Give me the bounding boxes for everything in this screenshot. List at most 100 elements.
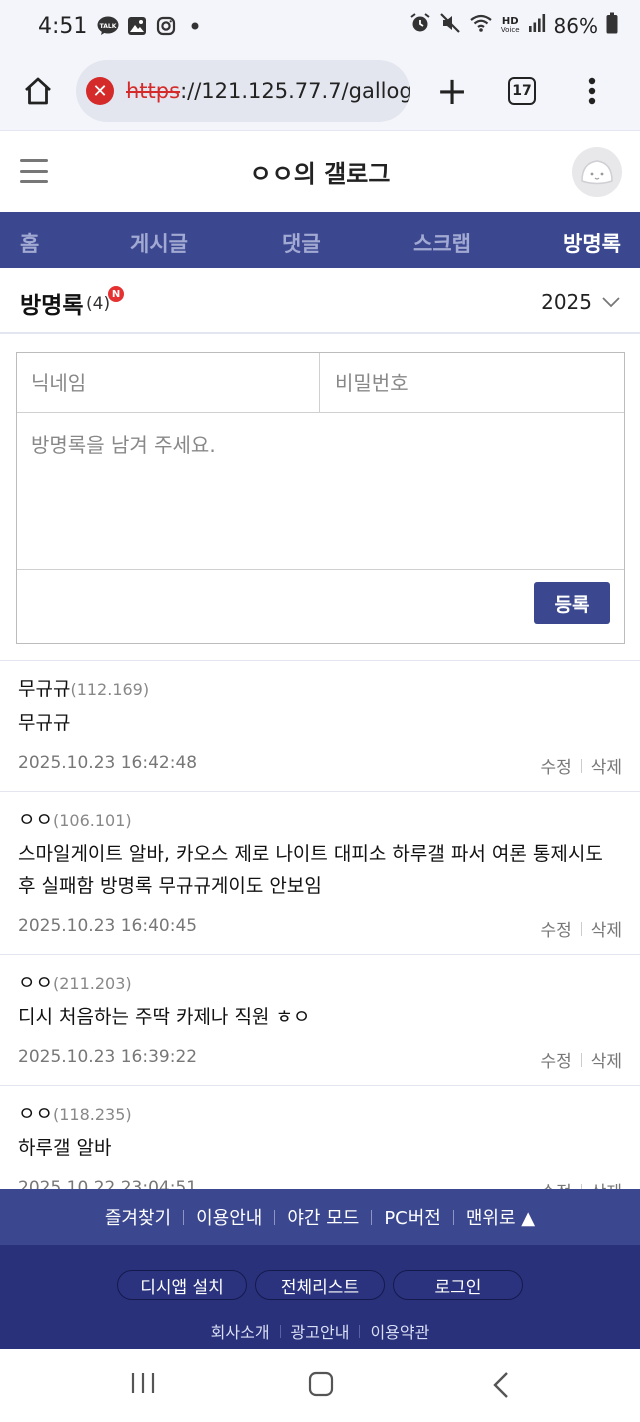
entry-meta: 2025.10.23 16:39:22 수정 삭제 — [18, 1041, 622, 1085]
ads-link[interactable]: 광고안내 — [291, 1319, 350, 1343]
url-text[interactable]: https://121.125.77.7/gallog/gu — [126, 79, 410, 103]
gallery-icon — [126, 15, 148, 37]
battery-percent: 86% — [553, 14, 598, 38]
entry-author[interactable]: 무규규 — [18, 678, 70, 700]
entry-content: 무규규 — [18, 712, 71, 734]
password-field[interactable] — [321, 353, 624, 412]
full-list-button[interactable]: 전체리스트 — [255, 1270, 385, 1300]
gallog-nav-tabs: 홈 게시글 댓글 스크랩 방명록 — [0, 212, 640, 268]
entry-date: 2025.10.23 16:39:22 — [18, 1047, 198, 1067]
install-app-button[interactable]: 디시앱 설치 — [117, 1270, 247, 1300]
entry-author[interactable]: ㅇㅇ — [18, 809, 53, 831]
talk-icon: TALK — [97, 15, 119, 37]
year-select[interactable]: 2025 — [541, 290, 620, 314]
mute-icon — [439, 12, 461, 40]
terms-link[interactable]: 이용약관 — [370, 1319, 429, 1343]
battery-icon — [606, 12, 618, 40]
recents-button[interactable] — [130, 1371, 156, 1395]
instagram-icon — [155, 15, 177, 37]
hd-label: HD — [501, 16, 519, 27]
edit-link[interactable]: 수정 — [540, 916, 571, 941]
year-value: 2025 — [541, 290, 592, 314]
delete-link[interactable]: 삭제 — [591, 916, 622, 941]
browser-menu-button[interactable] — [562, 52, 622, 130]
entry-actions: 수정 삭제 — [540, 753, 622, 778]
address-bar[interactable]: ✕ https://121.125.77.7/gallog/gu — [76, 60, 410, 122]
entry-author[interactable]: ㅇㅇ — [18, 1103, 53, 1125]
url-rest: ://121.125.77.7/gallog/gu — [180, 79, 410, 103]
delete-link[interactable]: 삭제 — [591, 1047, 622, 1072]
tab-home[interactable]: 홈 — [20, 228, 39, 258]
tab-posts[interactable]: 게시글 — [130, 228, 188, 258]
guestbook-count: (4) — [86, 294, 111, 314]
new-badge: N — [108, 286, 124, 302]
guide-link[interactable]: 이용안내 — [196, 1204, 262, 1230]
voice-label: Voice — [500, 26, 520, 34]
submit-button[interactable]: 등록 — [534, 582, 610, 624]
entry-author-line: ㅇㅇ(118.235) — [18, 1100, 622, 1128]
home-system-button[interactable] — [308, 1371, 334, 1397]
guestbook-message-textarea[interactable] — [17, 413, 624, 570]
entry-actions: 수정 삭제 — [540, 916, 622, 941]
list-item: ㅇㅇ(211.203) 디시 처음하는 주딱 카제나 직원 ㅎㅇ 2025.10… — [0, 954, 640, 1085]
tab-switcher-button[interactable]: 17 — [482, 52, 562, 130]
more-vert-icon — [588, 77, 596, 105]
entry-actions: 수정 삭제 — [540, 1047, 622, 1072]
insecure-warning-icon[interactable]: ✕ — [86, 77, 114, 105]
list-item: 무규규(112.169) 무규규 2025.10.23 16:42:48 수정 삭… — [0, 660, 640, 791]
url-protocol: https — [126, 79, 181, 103]
avatar[interactable] — [572, 147, 622, 197]
edit-link[interactable]: 수정 — [540, 1047, 571, 1072]
tab-comments[interactable]: 댓글 — [282, 228, 321, 258]
hamburger-menu-icon[interactable] — [20, 159, 48, 183]
scroll-top-link[interactable]: 맨위로 ▲ — [466, 1204, 535, 1230]
guestbook-form: 등록 — [16, 352, 625, 644]
entry-author-line: 무규규(112.169) — [18, 675, 622, 703]
home-square-icon — [308, 1371, 334, 1397]
list-item: ㅇㅇ(106.101) 스마일게이트 알바, 카오스 제로 나이트 대피소 하루… — [0, 791, 640, 954]
guestbook-section-header: 방명록 (4) N 2025 — [0, 268, 640, 334]
entry-content: 스마일게이트 알바, 카오스 제로 나이트 대피소 하루갤 파서 여론 통제시도… — [18, 843, 603, 897]
tab-scrap[interactable]: 스크랩 — [413, 228, 471, 258]
recents-icon — [131, 1373, 155, 1393]
footer-company-links: 회사소개 광고안내 이용약관 — [0, 1319, 640, 1343]
pc-version-link[interactable]: PC버전 — [384, 1204, 441, 1230]
footer-links-bar: 즐겨찾기 이용안내 야간 모드 PC버전 맨위로 ▲ — [0, 1189, 640, 1245]
status-time: 4:51 — [38, 13, 88, 39]
entry-date: 2025.10.23 16:40:45 — [18, 916, 198, 936]
chevron-down-icon — [602, 297, 620, 308]
home-button[interactable] — [0, 52, 76, 130]
delete-link[interactable]: 삭제 — [591, 753, 622, 778]
entry-ip: (211.203) — [52, 974, 132, 993]
entry-content: 하루갤 알바 — [18, 1137, 112, 1159]
tab-count: 17 — [508, 77, 536, 105]
night-mode-link[interactable]: 야간 모드 — [287, 1204, 359, 1230]
nickname-field[interactable] — [17, 353, 320, 412]
entry-date: 2025.10.23 16:42:48 — [18, 753, 198, 773]
plus-icon: + — [436, 69, 468, 113]
company-link[interactable]: 회사소개 — [211, 1319, 270, 1343]
svg-text:TALK: TALK — [100, 23, 117, 30]
alarm-icon — [409, 12, 431, 40]
system-nav-bar — [0, 1349, 640, 1422]
site-header: ㅇㅇ의 갤로그 — [0, 130, 640, 212]
bookmark-link[interactable]: 즐겨찾기 — [105, 1204, 171, 1230]
browser-toolbar: ✕ https://121.125.77.7/gallog/gu + 17 — [0, 52, 640, 130]
hd-voice-label: HD Voice — [501, 17, 520, 35]
new-tab-button[interactable]: + — [422, 52, 482, 130]
credentials-row — [17, 353, 624, 413]
dumpling-avatar-icon — [581, 160, 613, 185]
entry-meta: 2025.10.23 16:42:48 수정 삭제 — [18, 747, 622, 791]
login-button[interactable]: 로그인 — [393, 1270, 523, 1300]
signal-icon — [528, 13, 546, 39]
entry-author[interactable]: ㅇㅇ — [18, 972, 53, 994]
entry-ip: (112.169) — [70, 680, 150, 699]
footer-pills: 디시앱 설치 전체리스트 로그인 — [0, 1270, 640, 1300]
entry-ip: (106.101) — [52, 811, 132, 830]
tab-guestbook[interactable]: 방명록 — [563, 228, 621, 258]
edit-link[interactable]: 수정 — [540, 753, 571, 778]
back-button[interactable] — [492, 1371, 510, 1399]
dot-icon — [184, 15, 206, 37]
back-chevron-icon — [493, 1372, 508, 1398]
home-icon — [25, 77, 51, 105]
